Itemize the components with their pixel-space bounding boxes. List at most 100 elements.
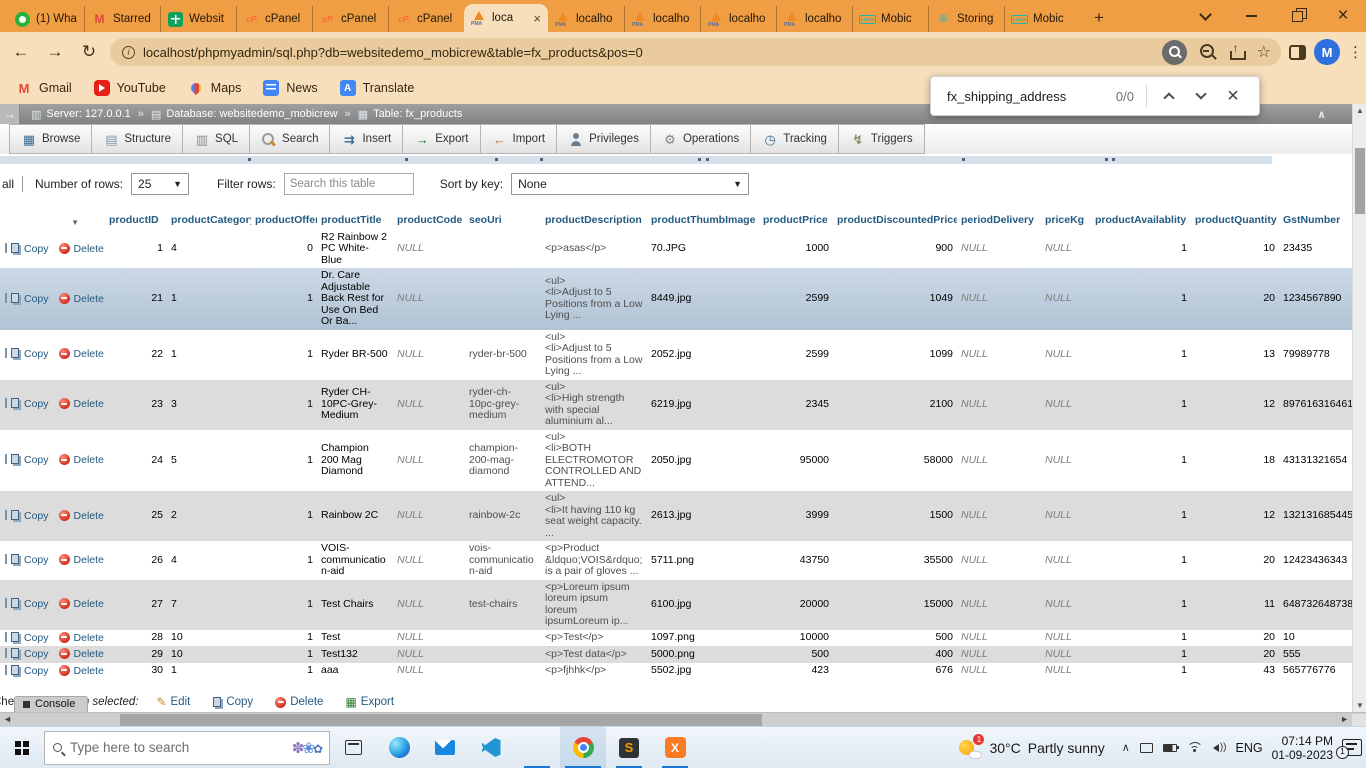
- pma-tab-tracking[interactable]: Tracking: [751, 124, 839, 154]
- column-header-productCategory[interactable]: productCategory: [167, 212, 251, 230]
- battery-icon[interactable]: [1163, 744, 1177, 752]
- column-header-productOffer[interactable]: productOffer: [251, 212, 317, 230]
- row-copy-link[interactable]: Copy: [24, 632, 49, 644]
- new-tab-button[interactable]: +: [1080, 8, 1118, 32]
- row-delete-link[interactable]: Delete: [74, 454, 104, 466]
- find-next-button[interactable]: [1185, 81, 1217, 111]
- scroll-down-arrow-icon[interactable]: ▼: [1353, 701, 1366, 710]
- table-row[interactable]: CopyDelete29101Test132NULL<p>Test data</…: [0, 646, 1352, 663]
- weather-widget[interactable]: 1 30°C Partly sunny: [958, 737, 1104, 759]
- table-row[interactable]: CopyDelete2111Dr. Care Adjustable Back R…: [0, 268, 1352, 330]
- scroll-up-arrow-icon[interactable]: ▲: [1353, 106, 1366, 115]
- pma-tab-browse[interactable]: Browse: [9, 124, 92, 154]
- table-row[interactable]: CopyDelete2641VOIS-communication-aidNULL…: [0, 541, 1352, 580]
- breadcrumb-table[interactable]: Table: fx_products: [373, 108, 462, 120]
- column-header-productTitle[interactable]: productTitle: [317, 212, 393, 230]
- bookmark-translate[interactable]: ATranslate: [340, 80, 415, 96]
- browser-tab[interactable]: Websit: [160, 6, 236, 32]
- row-copy-link[interactable]: Copy: [24, 648, 49, 660]
- breadcrumb-server[interactable]: Server: 127.0.0.1: [46, 108, 130, 120]
- taskbar-app-chrome[interactable]: [560, 727, 606, 768]
- table-row[interactable]: CopyDelete28101TestNULL<p>Test</p>1097.p…: [0, 630, 1352, 647]
- column-header-productDescription[interactable]: productDescription: [541, 212, 647, 230]
- column-options-header[interactable]: ▼: [0, 212, 105, 230]
- find-previous-button[interactable]: [1153, 81, 1185, 111]
- selected-copy-button[interactable]: Copy: [212, 696, 253, 708]
- notification-center-icon[interactable]: [1342, 739, 1362, 756]
- bookmark-youtube[interactable]: YouTube: [94, 80, 166, 96]
- row-copy-link[interactable]: Copy: [24, 554, 49, 566]
- volume-icon[interactable]: )): [1213, 742, 1227, 753]
- bookmark-news[interactable]: News: [263, 80, 317, 96]
- browser-tab[interactable]: localho: [624, 6, 700, 32]
- row-delete-link[interactable]: Delete: [74, 632, 104, 644]
- row-copy-link[interactable]: Copy: [24, 598, 49, 610]
- browser-tab[interactable]: cPcPanel: [388, 6, 464, 32]
- column-header-periodDelivery[interactable]: periodDelivery: [957, 212, 1041, 230]
- tab-close-icon[interactable]: ×: [533, 11, 541, 26]
- column-header-productAvailablity[interactable]: productAvailablity: [1091, 212, 1191, 230]
- console-tab[interactable]: Console: [14, 696, 88, 712]
- browser-tab[interactable]: cPcPanel: [236, 6, 312, 32]
- browser-tab[interactable]: cPcPanel: [312, 6, 388, 32]
- side-panel-icon[interactable]: [1289, 45, 1306, 60]
- language-indicator[interactable]: ENG: [1236, 741, 1263, 755]
- table-row[interactable]: CopyDelete2451Champion 200 Mag DiamondNU…: [0, 430, 1352, 492]
- back-button[interactable]: ←: [8, 42, 34, 62]
- column-header-GstNumber[interactable]: GstNumber: [1279, 212, 1352, 230]
- row-copy-link[interactable]: Copy: [24, 243, 49, 255]
- pma-tab-structure[interactable]: Structure: [92, 124, 183, 154]
- column-header-productDiscountedPrice[interactable]: productDiscountedPrice: [833, 212, 957, 230]
- wifi-icon[interactable]: [1187, 742, 1203, 753]
- row-delete-link[interactable]: Delete: [74, 598, 104, 610]
- tab-search-chevron-icon[interactable]: [1182, 0, 1228, 32]
- find-in-page-active-icon[interactable]: [1162, 40, 1187, 65]
- start-button[interactable]: [0, 727, 44, 768]
- column-header-priceKg[interactable]: priceKg: [1041, 212, 1091, 230]
- pma-tab-triggers[interactable]: Triggers: [839, 124, 925, 154]
- pma-tab-export[interactable]: Export: [403, 124, 480, 154]
- row-delete-link[interactable]: Delete: [74, 348, 104, 360]
- table-row[interactable]: CopyDelete2521Rainbow 2CNULLrainbow-2c<u…: [0, 491, 1352, 541]
- row-delete-link[interactable]: Delete: [74, 398, 104, 410]
- find-query-input[interactable]: fx_shipping_address: [947, 89, 1116, 104]
- taskbar-app-xampp[interactable]: X: [652, 727, 698, 768]
- pma-tab-import[interactable]: Import: [481, 124, 558, 154]
- profile-avatar[interactable]: M: [1314, 39, 1340, 65]
- find-close-button[interactable]: ×: [1217, 81, 1249, 111]
- taskbar-app-mail[interactable]: [422, 727, 468, 768]
- task-view-button[interactable]: [330, 727, 376, 768]
- pma-tab-insert[interactable]: Insert: [330, 124, 403, 154]
- taskbar-clock[interactable]: 07:14 PM 01-09-2023: [1272, 734, 1333, 762]
- taskbar-app-edge[interactable]: [376, 727, 422, 768]
- bookmark-gmail[interactable]: MGmail: [16, 80, 72, 96]
- table-row[interactable]: CopyDelete2211Ryder BR-500NULLryder-br-5…: [0, 330, 1352, 380]
- column-header-productCode[interactable]: productCode: [393, 212, 465, 230]
- bookmark-star-icon[interactable]: ☆: [1257, 42, 1271, 62]
- column-header-productID[interactable]: productID: [105, 212, 167, 230]
- pma-tab-operations[interactable]: Operations: [651, 124, 751, 154]
- tray-device-icon[interactable]: [1140, 743, 1153, 753]
- column-header-productQuantity[interactable]: productQuantity: [1191, 212, 1279, 230]
- browser-tab[interactable]: (1) Wha: [8, 6, 84, 32]
- vertical-scrollbar[interactable]: ▲ ▼: [1352, 104, 1366, 712]
- browser-tab[interactable]: localho: [548, 6, 624, 32]
- row-delete-link[interactable]: Delete: [74, 510, 104, 522]
- table-row[interactable]: CopyDelete3011aaaNULL<p>fjhhk</p>5502.jp…: [0, 663, 1352, 680]
- window-restore-button[interactable]: [1274, 0, 1320, 32]
- breadcrumb-database[interactable]: Database: websitedemo_mobicrew: [166, 108, 337, 120]
- pma-tab-privileges[interactable]: Privileges: [557, 124, 651, 154]
- pma-tab-search[interactable]: Search: [250, 124, 330, 154]
- scroll-top-icon[interactable]: ∧: [1317, 108, 1326, 121]
- show-all-label[interactable]: all: [2, 177, 14, 191]
- column-header-productThumbImage[interactable]: productThumbImage: [647, 212, 759, 230]
- sort-by-key-select[interactable]: None▼: [511, 173, 749, 195]
- column-header-productPrice[interactable]: productPrice: [759, 212, 833, 230]
- column-header-seoUri[interactable]: seoUri: [465, 212, 541, 230]
- row-delete-link[interactable]: Delete: [74, 554, 104, 566]
- row-copy-link[interactable]: Copy: [24, 398, 49, 410]
- address-bar[interactable]: i localhost/phpmyadmin/sql.php?db=websit…: [110, 38, 1281, 66]
- taskbar-app-vscode[interactable]: [468, 727, 514, 768]
- selected-export-button[interactable]: ▦Export: [345, 695, 394, 709]
- scroll-right-arrow-icon[interactable]: ►: [1340, 714, 1349, 724]
